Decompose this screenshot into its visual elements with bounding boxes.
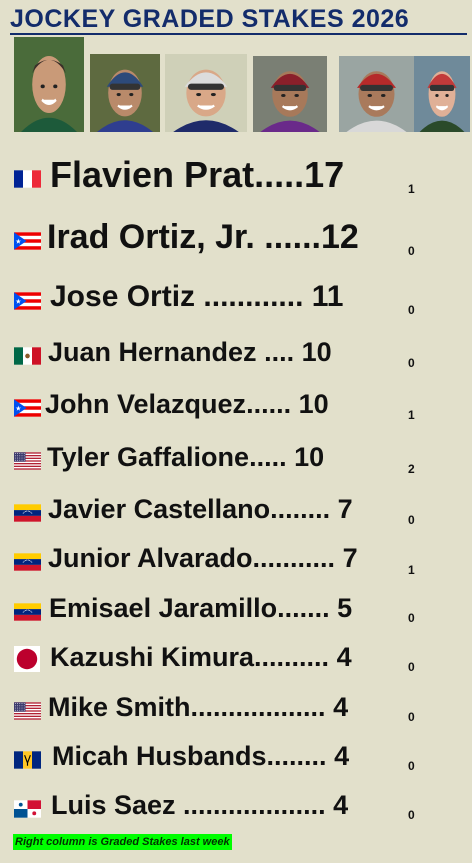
wins-count: 12: [320, 218, 359, 256]
last-week-count: 0: [408, 660, 415, 674]
last-week-count: 0: [408, 303, 415, 317]
leader-dots: .....: [254, 154, 305, 195]
leader-dots: ..........: [254, 642, 330, 672]
wins-count: 17: [304, 154, 345, 195]
standings-row: Tyler Gaffalione..... 10 2: [0, 444, 472, 494]
barbados-flag-icon: [14, 751, 41, 769]
jockey-name: Jose Ortiz: [50, 280, 196, 313]
last-week-count: 1: [408, 563, 415, 577]
standings-row: Irad Ortiz, Jr. ......12 0: [0, 220, 472, 270]
leader-dots: ...................: [175, 790, 326, 820]
leader-dots: .......: [277, 593, 330, 623]
wins-count: 4: [325, 790, 349, 820]
last-week-count: 0: [408, 244, 415, 258]
leader-dots: ............: [195, 280, 304, 313]
wins-count: 7: [335, 543, 358, 573]
jockey-name: Tyler Gaffalione: [47, 442, 250, 472]
leader-dots: ...........: [252, 543, 336, 573]
leader-dots: ........: [266, 741, 327, 771]
jockey-photo-1: [14, 37, 84, 132]
jockey-name: Micah Husbands: [52, 741, 267, 771]
last-week-count: 1: [408, 182, 415, 196]
last-week-count: 0: [408, 356, 415, 370]
jockey-name: Flavien Prat: [50, 154, 255, 195]
leader-dots: .....: [249, 442, 287, 472]
last-week-count: 0: [408, 759, 415, 773]
standings-row: Junior Alvarado........... 7 1: [0, 545, 472, 595]
wins-count: 7: [330, 494, 353, 524]
jockey-name: Irad Ortiz, Jr.: [47, 218, 255, 256]
panama-flag-icon: [14, 800, 41, 818]
standings-row: Micah Husbands........ 4 0: [0, 743, 472, 793]
wins-count: 5: [329, 593, 353, 623]
puerto-rico-flag-icon: [14, 399, 41, 417]
jockey-entry: Javier Castellano........ 7: [48, 496, 353, 523]
jockey-entry: Luis Saez ................... 4: [51, 792, 348, 819]
standings-row: Mike Smith.................. 4 0: [0, 694, 472, 744]
standings-row: Kazushi Kimura.......... 4 0: [0, 644, 472, 694]
jockey-photo-6: [414, 56, 470, 132]
jockey-entry: Jose Ortiz ............ 11: [50, 282, 343, 312]
wins-count: 10: [294, 337, 332, 367]
wins-count: 11: [303, 280, 344, 313]
jockey-entry: Kazushi Kimura.......... 4: [50, 644, 352, 671]
jockey-photo-3: [165, 54, 247, 132]
jockey-entry: Juan Hernandez .... 10: [48, 339, 332, 366]
jockey-photo-2: [90, 54, 160, 132]
wins-count: 4: [329, 642, 352, 672]
wins-count: 4: [326, 741, 350, 771]
jockey-entry: John Velazquez...... 10: [45, 391, 329, 418]
last-week-count: 0: [408, 513, 415, 527]
jockey-photo-4: [253, 56, 327, 132]
japan-flag-icon: [14, 646, 40, 672]
standings-row: Flavien Prat.....17 1: [0, 157, 472, 207]
last-week-count: 2: [408, 462, 415, 476]
last-week-count: 0: [408, 808, 415, 822]
jockey-name: Emisael Jaramillo: [49, 593, 278, 623]
leader-dots: ........: [270, 494, 331, 524]
jockey-entry: Emisael Jaramillo....... 5: [49, 595, 352, 622]
wins-count: 10: [286, 442, 325, 472]
venezuela-flag-icon: [14, 603, 41, 621]
jockey-name: Javier Castellano: [48, 494, 271, 524]
jockey-name: John Velazquez: [45, 389, 247, 419]
puerto-rico-flag-icon: [14, 292, 41, 310]
jockey-entry: Tyler Gaffalione..... 10: [47, 444, 324, 471]
puerto-rico-flag-icon: [14, 232, 41, 250]
jockey-name: Kazushi Kimura: [50, 642, 255, 672]
france-flag-icon: [14, 170, 41, 188]
standings-row: Jose Ortiz ............ 11 0: [0, 282, 472, 332]
leader-dots: ..................: [190, 692, 326, 722]
usa-flag-icon: [14, 452, 41, 470]
jockey-entry: Junior Alvarado........... 7: [48, 545, 358, 572]
leader-dots: ......: [254, 218, 321, 256]
leader-dots: ......: [246, 389, 292, 419]
jockey-entry: Flavien Prat.....17: [50, 157, 344, 193]
standings-row: Juan Hernandez .... 10 0: [0, 339, 472, 389]
venezuela-flag-icon: [14, 504, 41, 522]
leader-dots: ....: [256, 337, 295, 367]
jockey-entry: Micah Husbands........ 4: [52, 743, 349, 770]
jockey-photo-5: [339, 56, 414, 132]
mexico-flag-icon: [14, 347, 41, 365]
last-week-count: 1: [408, 408, 415, 422]
jockey-name: Junior Alvarado: [48, 543, 253, 573]
last-week-count: 0: [408, 710, 415, 724]
jockey-name: Juan Hernandez: [48, 337, 257, 367]
usa-flag-icon: [14, 702, 41, 720]
footnote: Right column is Graded Stakes last week: [13, 834, 232, 850]
jockey-entry: Irad Ortiz, Jr. ......12: [47, 220, 359, 254]
title-underline: [10, 33, 467, 35]
wins-count: 10: [291, 389, 329, 419]
standings-row: John Velazquez...... 10 1: [0, 391, 472, 441]
venezuela-flag-icon: [14, 553, 41, 571]
standings-row: Javier Castellano........ 7 0: [0, 496, 472, 546]
jockey-name: Luis Saez: [51, 790, 176, 820]
last-week-count: 0: [408, 611, 415, 625]
wins-count: 4: [325, 692, 349, 722]
jockey-name: Mike Smith: [48, 692, 191, 722]
jockey-entry: Mike Smith.................. 4: [48, 694, 348, 721]
standings-row: Emisael Jaramillo....... 5 0: [0, 595, 472, 645]
page-title: JOCKEY GRADED STAKES 2026: [10, 5, 410, 33]
